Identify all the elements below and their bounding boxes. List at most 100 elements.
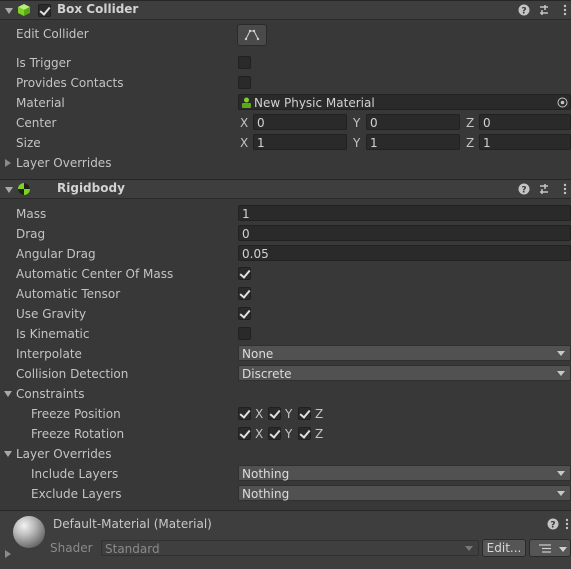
- center-x-axis-label: X: [240, 116, 249, 130]
- shader-label: Shader: [50, 541, 93, 555]
- collapse-arrow-icon[interactable]: [4, 451, 12, 457]
- drag-field[interactable]: 0: [238, 225, 571, 241]
- shader-dropdown[interactable]: Standard: [101, 540, 479, 556]
- drag-label: Drag: [16, 227, 46, 241]
- box-collider-header[interactable]: Box Collider ?: [0, 0, 571, 20]
- rigidbody-icon: [18, 183, 30, 195]
- interpolate-label: Interpolate: [16, 347, 82, 361]
- kebab-menu-icon[interactable]: [564, 518, 570, 530]
- angular-drag-label: Angular Drag: [16, 247, 96, 261]
- component-enabled-checkbox[interactable]: [38, 4, 51, 17]
- help-icon[interactable]: ?: [547, 518, 559, 530]
- freeze-rotation-x-checkbox[interactable]: [238, 427, 251, 440]
- freeze-position-z-label: Z: [315, 407, 324, 421]
- use-gravity-label: Use Gravity: [16, 307, 87, 321]
- material-label: Material: [16, 96, 65, 110]
- svg-text:?: ?: [550, 521, 555, 531]
- svg-text:?: ?: [521, 186, 526, 196]
- shader-options-button[interactable]: [529, 539, 571, 557]
- list-icon: [539, 544, 551, 553]
- automatic-center-of-mass-checkbox[interactable]: [238, 267, 251, 280]
- object-picker-icon[interactable]: [557, 97, 568, 108]
- dropdown-arrow-icon: [557, 371, 565, 376]
- chevron-down-icon: [559, 547, 567, 552]
- box-collider-icon: [18, 4, 30, 16]
- freeze-position-x-label: X: [255, 407, 264, 421]
- component-title: Rigidbody: [57, 181, 125, 195]
- freeze-rotation-z-checkbox[interactable]: [298, 427, 311, 440]
- collapse-arrow-icon[interactable]: [5, 187, 13, 193]
- mass-field[interactable]: 1: [238, 205, 571, 221]
- dropdown-arrow-icon: [557, 351, 565, 356]
- material-preview-sphere: [13, 516, 45, 548]
- dropdown-arrow-icon: [557, 491, 565, 496]
- edit-shader-button[interactable]: Edit...: [482, 539, 526, 557]
- exclude-layers-label: Exclude Layers: [31, 487, 122, 501]
- size-label: Size: [16, 136, 41, 150]
- collapse-arrow-icon[interactable]: [4, 391, 12, 397]
- mass-label: Mass: [16, 207, 47, 221]
- layer-overrides-foldout[interactable]: Layer Overrides: [16, 155, 111, 171]
- center-label: Center: [16, 116, 57, 130]
- preset-settings-icon[interactable]: [538, 183, 550, 195]
- material-title: Default-Material (Material): [53, 517, 212, 531]
- exclude-layers-dropdown[interactable]: Nothing: [238, 485, 571, 501]
- size-z-axis-label: Z: [466, 136, 475, 150]
- interpolate-dropdown[interactable]: None: [238, 345, 571, 361]
- size-y-axis-label: Y: [353, 136, 361, 150]
- automatic-center-of-mass-label: Automatic Center Of Mass: [16, 267, 174, 281]
- center-y-axis-label: Y: [353, 116, 361, 130]
- help-icon[interactable]: ?: [518, 183, 530, 195]
- physic-material-icon: [242, 97, 251, 108]
- freeze-position-x-checkbox[interactable]: [238, 407, 251, 420]
- center-z-axis-label: Z: [466, 116, 475, 130]
- size-z-field[interactable]: 1: [479, 134, 571, 150]
- dropdown-arrow-icon: [557, 471, 565, 476]
- edit-collider-button[interactable]: [237, 24, 267, 46]
- freeze-rotation-y-checkbox[interactable]: [268, 427, 281, 440]
- angular-drag-field[interactable]: 0.05: [238, 245, 571, 261]
- is-kinematic-checkbox[interactable]: [238, 327, 251, 340]
- collision-detection-dropdown[interactable]: Discrete: [238, 365, 571, 381]
- center-z-field[interactable]: 0: [479, 114, 571, 130]
- layer-overrides-foldout[interactable]: Layer Overrides: [16, 446, 111, 462]
- kebab-menu-icon[interactable]: [559, 4, 571, 16]
- kebab-menu-icon[interactable]: [559, 183, 571, 195]
- expand-arrow-icon[interactable]: [5, 159, 11, 167]
- edit-collider-icon: [244, 29, 260, 41]
- is-kinematic-label: Is Kinematic: [16, 327, 90, 341]
- automatic-tensor-checkbox[interactable]: [238, 287, 251, 300]
- is-trigger-label: Is Trigger: [16, 56, 71, 70]
- freeze-rotation-y-label: Y: [285, 427, 293, 441]
- include-layers-label: Include Layers: [31, 467, 119, 481]
- automatic-tensor-label: Automatic Tensor: [16, 287, 121, 301]
- help-icon[interactable]: ?: [518, 4, 530, 16]
- size-y-field[interactable]: 1: [366, 134, 460, 150]
- edit-collider-label: Edit Collider: [16, 27, 89, 41]
- freeze-position-y-checkbox[interactable]: [268, 407, 281, 420]
- freeze-rotation-z-label: Z: [315, 427, 324, 441]
- preset-settings-icon[interactable]: [538, 4, 550, 16]
- is-trigger-checkbox[interactable]: [238, 56, 251, 69]
- svg-text:?: ?: [521, 7, 526, 17]
- collision-detection-label: Collision Detection: [16, 367, 129, 381]
- collapse-arrow-icon[interactable]: [5, 8, 13, 14]
- center-y-field[interactable]: 0: [366, 114, 460, 130]
- freeze-rotation-x-label: X: [255, 427, 264, 441]
- center-x-field[interactable]: 0: [253, 114, 347, 130]
- freeze-position-y-label: Y: [285, 407, 293, 421]
- expand-arrow-icon[interactable]: [5, 550, 11, 558]
- provides-contacts-checkbox[interactable]: [238, 76, 251, 89]
- component-title: Box Collider: [57, 2, 139, 16]
- size-x-axis-label: X: [240, 136, 249, 150]
- constraints-foldout[interactable]: Constraints: [16, 386, 84, 402]
- provides-contacts-label: Provides Contacts: [16, 76, 124, 90]
- freeze-rotation-label: Freeze Rotation: [31, 427, 125, 441]
- rigidbody-header[interactable]: Rigidbody ?: [0, 179, 571, 199]
- size-x-field[interactable]: 1: [253, 134, 347, 150]
- use-gravity-checkbox[interactable]: [238, 307, 251, 320]
- freeze-position-z-checkbox[interactable]: [298, 407, 311, 420]
- material-object-field[interactable]: New Physic Material: [238, 94, 571, 110]
- freeze-position-label: Freeze Position: [31, 407, 121, 421]
- include-layers-dropdown[interactable]: Nothing: [238, 465, 571, 481]
